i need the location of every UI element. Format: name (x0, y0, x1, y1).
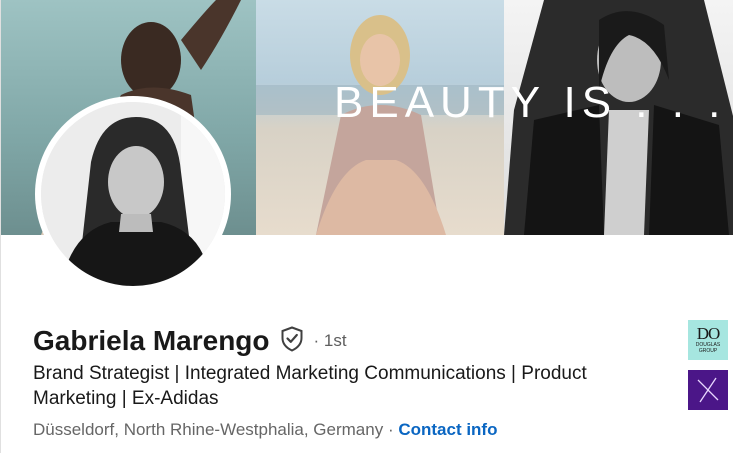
connection-degree: · 1st (313, 331, 347, 350)
company-logo-douglas[interactable]: DO DOUGLAS GROUP (688, 320, 728, 360)
avatar[interactable] (41, 102, 225, 286)
name-row: Gabriela Marengo · 1st (33, 322, 347, 360)
profile-location: Düsseldorf, North Rhine-Westphalia, Germ… (33, 420, 384, 439)
banner-text: BEAUTY IS . . . (334, 78, 727, 127)
shield-check-icon[interactable] (280, 325, 304, 357)
location-separator: · (383, 420, 399, 439)
profile-card: BEAUTY IS . . . Gabriela Marengo · 1st B… (0, 0, 733, 453)
profile-name: Gabriela Marengo (33, 325, 270, 356)
profile-headline: Brand Strategist | Integrated Marketing … (33, 363, 587, 409)
company-logo-douglas-text: DOUGLAS GROUP (695, 342, 721, 354)
company-logo-douglas-mark: DO (696, 324, 721, 343)
location-row: Düsseldorf, North Rhine-Westphalia, Germ… (33, 420, 497, 440)
company-logo-2[interactable] (688, 370, 728, 410)
contact-info-link[interactable]: Contact info (398, 420, 497, 439)
